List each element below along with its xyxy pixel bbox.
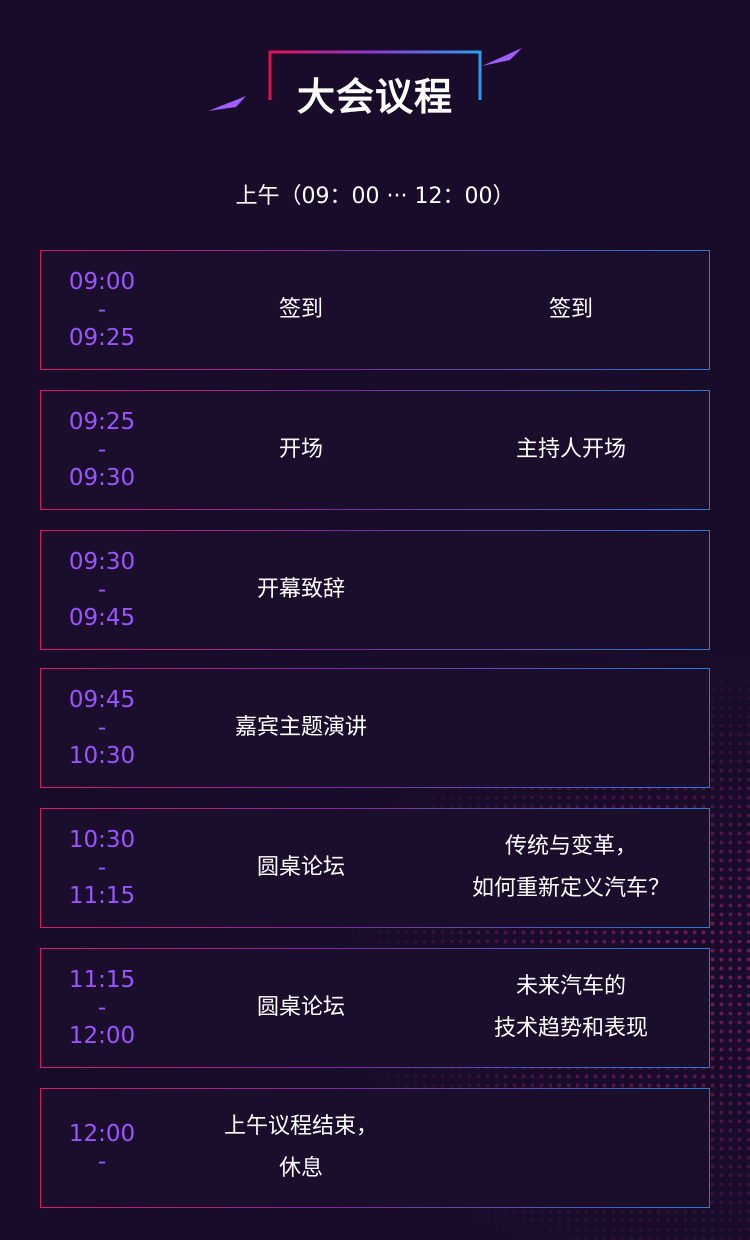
session-topic: 签到 (431, 251, 711, 369)
session-name-line: 开幕致辞 (256, 577, 345, 602)
agenda-row: 11:15-12:00 圆桌论坛 未来汽车的技术趋势和表现 (40, 948, 710, 1068)
session-topic-line: 传统与变革， (504, 834, 637, 859)
time-end: 09:45 (68, 605, 136, 631)
session-topic: 传统与变革， 如何重新定义汽车？ (431, 809, 711, 927)
session-name-line: 圆桌论坛 (256, 855, 345, 880)
time-start: 10:30 (68, 827, 136, 853)
session-topic-line: 如何重新定义汽车？ (471, 876, 670, 901)
time-end: 11:15 (68, 883, 136, 909)
time-start: 11:15 (68, 967, 136, 993)
time-range: 09:30-09:45 (41, 531, 163, 649)
session-name-line: 上午议程结束， (223, 1114, 378, 1139)
session-name: 上午议程结束， 休息 (181, 1089, 421, 1207)
time-range: 11:15-12:00 (41, 949, 163, 1067)
session-name-line: 圆桌论坛 (256, 995, 345, 1020)
session-topic: 未来汽车的技术趋势和表现 (431, 949, 711, 1067)
time-separator: - (97, 855, 107, 881)
agenda-row: 09:30-09:45 开幕致辞 (40, 530, 710, 650)
agenda-row: 12:00- 上午议程结束， 休息 (40, 1088, 710, 1208)
session-name: 圆桌论坛 (181, 949, 421, 1067)
time-end: 09:25 (68, 325, 136, 351)
time-range: 09:25-09:30 (41, 391, 163, 509)
session-topic-line: 技术趋势和表现 (493, 1016, 648, 1041)
time-start: 09:25 (68, 409, 136, 435)
page-title: 大会议程 (296, 75, 453, 119)
time-start: 09:45 (68, 687, 136, 713)
session-topic: 主持人开场 (431, 391, 711, 509)
time-end: 09:30 (68, 465, 136, 491)
session-topic-line: 主持人开场 (515, 437, 626, 462)
session-name: 嘉宾主题演讲 (181, 669, 421, 787)
session-name-line: 嘉宾主题演讲 (234, 715, 367, 740)
session-name-line: 开场 (278, 437, 323, 462)
title-banner: 大会议程 (0, 0, 750, 140)
time-range: 10:30-11:15 (41, 809, 163, 927)
time-end: 10:30 (68, 743, 136, 769)
time-separator: - (97, 577, 107, 603)
session-topic-line: 未来汽车的 (515, 974, 626, 999)
session-subtitle: 上午（09：00 ··· 12：00） (235, 184, 515, 209)
time-range: 09:00-09:25 (41, 251, 163, 369)
time-separator: - (97, 1149, 107, 1175)
session-topic-line: 签到 (548, 297, 593, 322)
session-name: 圆桌论坛 (181, 809, 421, 927)
time-separator: - (97, 437, 107, 463)
session-name: 开场 (181, 391, 421, 509)
right-slash-icon (482, 48, 522, 66)
session-name-line: 休息 (278, 1156, 323, 1181)
time-separator: - (97, 995, 107, 1021)
time-start: 09:30 (68, 549, 136, 575)
agenda-row: 09:25-09:30 开场 主持人开场 (40, 390, 710, 510)
time-start: 12:00 (68, 1121, 136, 1147)
agenda-row: 09:45-10:30 嘉宾主题演讲 (40, 668, 710, 788)
session-name-line: 签到 (278, 297, 323, 322)
time-separator: - (97, 715, 107, 741)
time-end: 12:00 (68, 1023, 136, 1049)
session-name: 开幕致辞 (181, 531, 421, 649)
session-name: 签到 (181, 251, 421, 369)
agenda-row: 10:30-11:15 圆桌论坛 传统与变革， 如何重新定义汽车？ (40, 808, 710, 928)
time-range: 09:45-10:30 (41, 669, 163, 787)
time-range: 12:00- (41, 1089, 163, 1207)
time-start: 09:00 (68, 269, 136, 295)
agenda-row: 09:00-09:25 签到 签到 (40, 250, 710, 370)
time-separator: - (97, 297, 107, 323)
